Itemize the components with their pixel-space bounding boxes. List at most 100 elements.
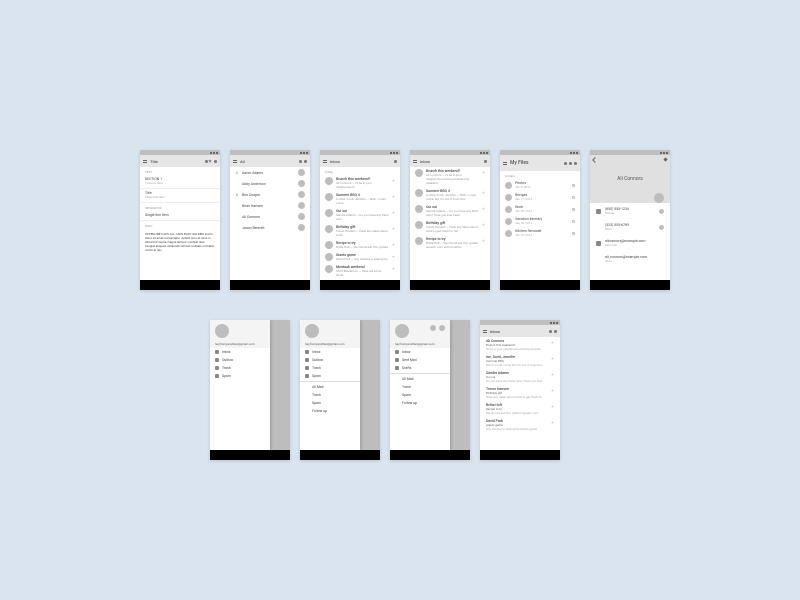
drawer-item[interactable]: Follow up bbox=[300, 407, 360, 415]
star-icon[interactable] bbox=[392, 211, 395, 214]
avatar[interactable] bbox=[395, 324, 409, 338]
search-icon[interactable] bbox=[564, 162, 567, 165]
drawer-item[interactable]: Trash bbox=[300, 391, 360, 399]
drawer-item[interactable]: All Mail bbox=[300, 383, 360, 391]
back-icon[interactable] bbox=[592, 157, 598, 163]
message-icon[interactable] bbox=[659, 225, 664, 230]
star-icon[interactable] bbox=[482, 191, 485, 194]
mail-row[interactable]: Oui ouiSandra Adams — Do you have any Pa… bbox=[320, 207, 400, 223]
info-icon[interactable] bbox=[572, 232, 575, 235]
mail-row[interactable]: Brunch this weekend?Ali Connors — I'll b… bbox=[410, 167, 490, 187]
contact-row[interactable]: Jason Bennett bbox=[230, 222, 310, 233]
drawer-item[interactable]: Trash bbox=[300, 364, 360, 372]
menu-icon[interactable] bbox=[503, 162, 507, 165]
star-icon[interactable] bbox=[392, 267, 395, 270]
list-item[interactable]: SECTION 1 Two-line item bbox=[140, 175, 220, 189]
message-icon[interactable] bbox=[659, 209, 664, 214]
drawer-item[interactable]: Outbox bbox=[300, 356, 360, 364]
info-icon[interactable] bbox=[572, 208, 575, 211]
search-icon[interactable] bbox=[299, 160, 302, 163]
star-icon[interactable] bbox=[392, 227, 395, 230]
info-icon[interactable] bbox=[572, 220, 575, 223]
menu-icon[interactable] bbox=[483, 330, 487, 333]
mail-row[interactable]: David ParkGiants gameAny interest in see… bbox=[480, 417, 560, 433]
drawer-item[interactable]: Spam bbox=[210, 372, 270, 380]
star-icon[interactable] bbox=[482, 171, 485, 174]
mail-row[interactable]: me, Scott, JenniferSummer BBQWish I coul… bbox=[480, 353, 560, 369]
search-icon[interactable] bbox=[205, 160, 208, 163]
contact-row[interactable]: Brian Hansen bbox=[230, 200, 310, 211]
edit-icon[interactable] bbox=[663, 157, 667, 161]
overflow-icon[interactable] bbox=[574, 162, 577, 165]
detail-row[interactable]: ali_connors@example.comWork bbox=[590, 251, 670, 267]
info-icon[interactable] bbox=[572, 184, 575, 187]
detail-row[interactable]: (650) 555-1234Mobile bbox=[590, 203, 670, 219]
drawer-item[interactable]: Inbox bbox=[300, 348, 360, 356]
detail-row[interactable]: (323) 555-6789Work bbox=[590, 219, 670, 235]
overflow-icon[interactable] bbox=[214, 160, 217, 163]
info-icon[interactable] bbox=[572, 196, 575, 199]
list-item[interactable]: Single-line item bbox=[140, 211, 220, 221]
list-item[interactable]: Title Three-line item bbox=[140, 189, 220, 203]
mail-row[interactable]: Montauk weekendScott Masterson — Here ar… bbox=[320, 263, 400, 279]
contact-row[interactable]: AAaron Adams bbox=[230, 167, 310, 178]
scrim[interactable] bbox=[450, 320, 470, 450]
drawer-item[interactable]: Inbox bbox=[210, 348, 270, 356]
menu-icon[interactable] bbox=[233, 160, 237, 163]
drawer-item[interactable]: All Mail bbox=[390, 375, 450, 383]
file-row[interactable]: Kitchen RemodelJan 10, 2014 bbox=[500, 227, 580, 239]
scrim[interactable] bbox=[270, 320, 290, 450]
star-icon[interactable] bbox=[482, 223, 485, 226]
avatar-secondary[interactable] bbox=[439, 325, 445, 331]
mail-row[interactable]: Oui ouiSandra Adams — Do you have any Pa… bbox=[410, 203, 490, 219]
menu-icon[interactable] bbox=[143, 160, 147, 163]
file-row[interactable]: Vacation itineraryJan 20, 2014 bbox=[500, 215, 580, 227]
avatar-secondary[interactable] bbox=[430, 325, 436, 331]
mail-row[interactable]: Britta HoltRecipe to tryWe should eat th… bbox=[480, 401, 560, 417]
mail-row[interactable]: Giants gameDavid Park — Any interest in … bbox=[320, 251, 400, 263]
menu-icon[interactable] bbox=[323, 160, 327, 163]
mail-row[interactable]: Summer BBQ 4to Alex, Scott, Jennifer — W… bbox=[320, 191, 400, 207]
fab-button[interactable] bbox=[654, 193, 664, 203]
star-icon[interactable] bbox=[392, 255, 395, 258]
file-row[interactable]: WorkJan 28, 2014 bbox=[500, 203, 580, 215]
contact-row[interactable]: Ali Connors bbox=[230, 211, 310, 222]
search-icon[interactable] bbox=[549, 330, 552, 333]
drawer-item[interactable]: Trash bbox=[210, 364, 270, 372]
search-icon[interactable] bbox=[394, 160, 397, 163]
drawer-item[interactable]: Follow up bbox=[390, 399, 450, 407]
star-icon[interactable] bbox=[392, 243, 395, 246]
mail-row[interactable]: Birthday giftTrevor Hansen — Have any id… bbox=[410, 219, 490, 235]
star-icon[interactable] bbox=[482, 239, 485, 242]
contact-row[interactable]: Abby Anderson bbox=[230, 178, 310, 189]
scrim[interactable] bbox=[360, 320, 380, 450]
star-icon[interactable] bbox=[208, 159, 212, 163]
search-icon[interactable] bbox=[484, 160, 487, 163]
drawer-item[interactable]: Inbox bbox=[390, 348, 450, 356]
mail-row[interactable]: Birthday giftTrevor Hansen — Have any id… bbox=[320, 223, 400, 239]
drawer-item[interactable]: Outbox bbox=[210, 356, 270, 364]
star-icon[interactable] bbox=[392, 195, 395, 198]
mail-row[interactable]: Trevor HansenBirthday giftHave any ideas… bbox=[480, 385, 560, 401]
file-row[interactable]: RecipesJan 17, 2014 bbox=[500, 191, 580, 203]
mail-row[interactable]: Recipe to tryBritta Holt — We should eat… bbox=[410, 235, 490, 251]
view-icon[interactable] bbox=[569, 162, 572, 165]
drawer-item[interactable]: Sent Mail bbox=[390, 356, 450, 364]
drawer-item[interactable]: Drafts bbox=[390, 364, 450, 372]
star-icon[interactable] bbox=[392, 179, 395, 182]
avatar[interactable] bbox=[215, 324, 229, 338]
detail-row[interactable]: aliconnors@example.comPersonal bbox=[590, 235, 670, 251]
file-row[interactable]: PhotosJan 9, 2014 bbox=[500, 179, 580, 191]
star-icon[interactable] bbox=[482, 207, 485, 210]
drawer-item[interactable]: Trash bbox=[390, 383, 450, 391]
drawer-item[interactable]: Spam bbox=[300, 399, 360, 407]
avatar[interactable] bbox=[305, 324, 319, 338]
overflow-icon[interactable] bbox=[554, 330, 557, 333]
mail-row[interactable]: Sandra AdamsOui ouiDo you have any Paris… bbox=[480, 369, 560, 385]
contact-row[interactable]: BBen Cooper bbox=[230, 189, 310, 200]
mail-row[interactable]: Brunch this weekend?Ali Connors — I'll b… bbox=[320, 175, 400, 191]
overflow-icon[interactable] bbox=[304, 160, 307, 163]
mail-row[interactable]: Ali ConnorsBrunch this weekend?I'll be i… bbox=[480, 337, 560, 353]
drawer-item[interactable]: Spam bbox=[390, 391, 450, 399]
mail-row[interactable]: Recipe to tryBritta Holt — We should eat… bbox=[320, 239, 400, 251]
